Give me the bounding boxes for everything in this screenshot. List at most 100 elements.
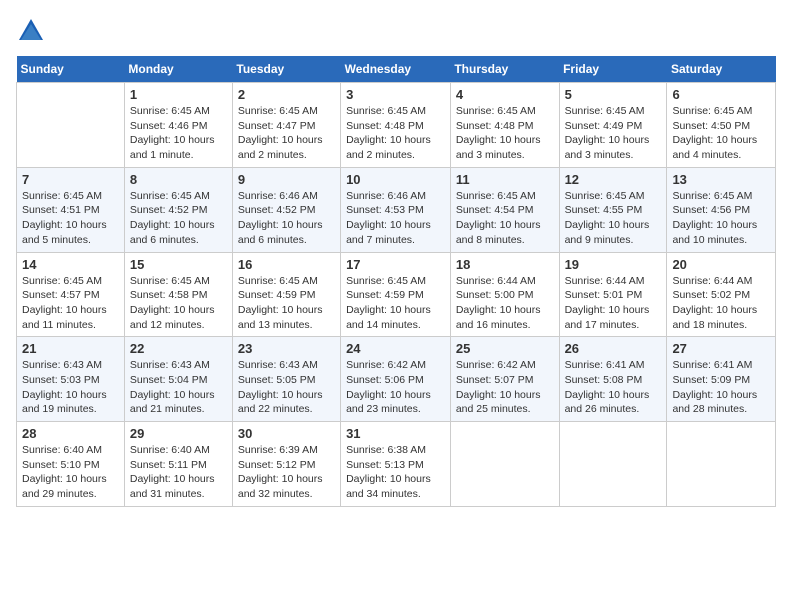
- calendar-cell: 20 Sunrise: 6:44 AM Sunset: 5:02 PM Dayli…: [667, 252, 776, 337]
- week-row-4: 21 Sunrise: 6:43 AM Sunset: 5:03 PM Dayli…: [17, 337, 776, 422]
- calendar-cell: 31Sunrise: 6:38 AM Sunset: 5:13 PM Dayli…: [341, 422, 451, 507]
- logo-icon: [16, 16, 46, 46]
- day-number: 30: [238, 426, 335, 441]
- day-info: Sunrise: 6:45 AM Sunset: 4:57 PM Dayligh…: [22, 274, 119, 333]
- day-number: 9: [238, 172, 335, 187]
- day-info: Sunrise: 6:45 AM Sunset: 4:49 PM Dayligh…: [565, 104, 662, 163]
- day-info: Sunrise: 6:45 AM Sunset: 4:58 PM Dayligh…: [130, 274, 227, 333]
- calendar-cell: 23Sunrise: 6:43 AM Sunset: 5:05 PM Dayli…: [232, 337, 340, 422]
- calendar-cell: 25 Sunrise: 6:42 AM Sunset: 5:07 PM Dayli…: [450, 337, 559, 422]
- day-info: Sunrise: 6:41 AM Sunset: 5:08 PM Dayligh…: [565, 358, 662, 417]
- day-header-thursday: Thursday: [450, 56, 559, 83]
- calendar-table: SundayMondayTuesdayWednesdayThursdayFrid…: [16, 56, 776, 507]
- calendar-cell: [667, 422, 776, 507]
- calendar-cell: 7 Sunrise: 6:45 AM Sunset: 4:51 PM Daylig…: [17, 167, 125, 252]
- calendar-body: 1Sunrise: 6:45 AM Sunset: 4:46 PM Daylig…: [17, 83, 776, 507]
- week-row-2: 7 Sunrise: 6:45 AM Sunset: 4:51 PM Daylig…: [17, 167, 776, 252]
- calendar-cell: 10Sunrise: 6:46 AM Sunset: 4:53 PM Dayli…: [341, 167, 451, 252]
- day-number: 17: [346, 257, 445, 272]
- calendar-cell: 2 Sunrise: 6:45 AM Sunset: 4:47 PM Daylig…: [232, 83, 340, 168]
- calendar-cell: 19Sunrise: 6:44 AM Sunset: 5:01 PM Dayli…: [559, 252, 667, 337]
- week-row-1: 1Sunrise: 6:45 AM Sunset: 4:46 PM Daylig…: [17, 83, 776, 168]
- day-info: Sunrise: 6:43 AM Sunset: 5:05 PM Dayligh…: [238, 358, 335, 417]
- day-number: 25: [456, 341, 554, 356]
- day-info: Sunrise: 6:45 AM Sunset: 4:51 PM Dayligh…: [22, 189, 119, 248]
- day-number: 15: [130, 257, 227, 272]
- day-info: Sunrise: 6:45 AM Sunset: 4:56 PM Dayligh…: [672, 189, 770, 248]
- day-info: Sunrise: 6:44 AM Sunset: 5:00 PM Dayligh…: [456, 274, 554, 333]
- day-header-wednesday: Wednesday: [341, 56, 451, 83]
- day-number: 2: [238, 87, 335, 102]
- day-number: 21: [22, 341, 119, 356]
- calendar-cell: 27 Sunrise: 6:41 AM Sunset: 5:09 PM Dayli…: [667, 337, 776, 422]
- calendar-cell: 3 Sunrise: 6:45 AM Sunset: 4:48 PM Daylig…: [341, 83, 451, 168]
- day-info: Sunrise: 6:40 AM Sunset: 5:10 PM Dayligh…: [22, 443, 119, 502]
- calendar-cell: 1Sunrise: 6:45 AM Sunset: 4:46 PM Daylig…: [124, 83, 232, 168]
- calendar-cell: 14 Sunrise: 6:45 AM Sunset: 4:57 PM Dayli…: [17, 252, 125, 337]
- calendar-cell: 5 Sunrise: 6:45 AM Sunset: 4:49 PM Daylig…: [559, 83, 667, 168]
- day-info: Sunrise: 6:44 AM Sunset: 5:02 PM Dayligh…: [672, 274, 770, 333]
- day-number: 28: [22, 426, 119, 441]
- day-info: Sunrise: 6:42 AM Sunset: 5:06 PM Dayligh…: [346, 358, 445, 417]
- day-info: Sunrise: 6:42 AM Sunset: 5:07 PM Dayligh…: [456, 358, 554, 417]
- day-info: Sunrise: 6:45 AM Sunset: 4:48 PM Dayligh…: [346, 104, 445, 163]
- week-row-5: 28 Sunrise: 6:40 AM Sunset: 5:10 PM Dayli…: [17, 422, 776, 507]
- calendar-cell: 4 Sunrise: 6:45 AM Sunset: 4:48 PM Daylig…: [450, 83, 559, 168]
- day-number: 24: [346, 341, 445, 356]
- day-info: Sunrise: 6:45 AM Sunset: 4:46 PM Dayligh…: [130, 104, 227, 163]
- day-info: Sunrise: 6:43 AM Sunset: 5:03 PM Dayligh…: [22, 358, 119, 417]
- day-info: Sunrise: 6:45 AM Sunset: 4:52 PM Dayligh…: [130, 189, 227, 248]
- day-number: 14: [22, 257, 119, 272]
- calendar-cell: 6 Sunrise: 6:45 AM Sunset: 4:50 PM Daylig…: [667, 83, 776, 168]
- calendar-cell: 22 Sunrise: 6:43 AM Sunset: 5:04 PM Dayli…: [124, 337, 232, 422]
- calendar-cell: 17 Sunrise: 6:45 AM Sunset: 4:59 PM Dayli…: [341, 252, 451, 337]
- calendar-cell: 12 Sunrise: 6:45 AM Sunset: 4:55 PM Dayli…: [559, 167, 667, 252]
- calendar-cell: 8 Sunrise: 6:45 AM Sunset: 4:52 PM Daylig…: [124, 167, 232, 252]
- day-info: Sunrise: 6:43 AM Sunset: 5:04 PM Dayligh…: [130, 358, 227, 417]
- day-number: 20: [672, 257, 770, 272]
- calendar-header: SundayMondayTuesdayWednesdayThursdayFrid…: [17, 56, 776, 83]
- day-number: 11: [456, 172, 554, 187]
- day-number: 8: [130, 172, 227, 187]
- calendar-cell: 18Sunrise: 6:44 AM Sunset: 5:00 PM Dayli…: [450, 252, 559, 337]
- calendar-cell: 29 Sunrise: 6:40 AM Sunset: 5:11 PM Dayli…: [124, 422, 232, 507]
- day-header-tuesday: Tuesday: [232, 56, 340, 83]
- calendar-cell: 16Sunrise: 6:45 AM Sunset: 4:59 PM Dayli…: [232, 252, 340, 337]
- day-number: 7: [22, 172, 119, 187]
- day-number: 6: [672, 87, 770, 102]
- calendar-cell: 30Sunrise: 6:39 AM Sunset: 5:12 PM Dayli…: [232, 422, 340, 507]
- calendar-cell: [450, 422, 559, 507]
- day-number: 4: [456, 87, 554, 102]
- day-number: 31: [346, 426, 445, 441]
- day-info: Sunrise: 6:45 AM Sunset: 4:55 PM Dayligh…: [565, 189, 662, 248]
- day-header-monday: Monday: [124, 56, 232, 83]
- page-header: [16, 16, 776, 46]
- week-row-3: 14 Sunrise: 6:45 AM Sunset: 4:57 PM Dayli…: [17, 252, 776, 337]
- day-info: Sunrise: 6:45 AM Sunset: 4:50 PM Dayligh…: [672, 104, 770, 163]
- day-number: 22: [130, 341, 227, 356]
- day-info: Sunrise: 6:41 AM Sunset: 5:09 PM Dayligh…: [672, 358, 770, 417]
- day-number: 29: [130, 426, 227, 441]
- calendar-cell: 11Sunrise: 6:45 AM Sunset: 4:54 PM Dayli…: [450, 167, 559, 252]
- day-number: 10: [346, 172, 445, 187]
- day-info: Sunrise: 6:45 AM Sunset: 4:47 PM Dayligh…: [238, 104, 335, 163]
- day-info: Sunrise: 6:40 AM Sunset: 5:11 PM Dayligh…: [130, 443, 227, 502]
- day-number: 5: [565, 87, 662, 102]
- day-number: 19: [565, 257, 662, 272]
- day-info: Sunrise: 6:46 AM Sunset: 4:52 PM Dayligh…: [238, 189, 335, 248]
- calendar-cell: 9 Sunrise: 6:46 AM Sunset: 4:52 PM Daylig…: [232, 167, 340, 252]
- calendar-cell: [17, 83, 125, 168]
- day-number: 13: [672, 172, 770, 187]
- day-number: 26: [565, 341, 662, 356]
- day-number: 12: [565, 172, 662, 187]
- day-info: Sunrise: 6:45 AM Sunset: 4:59 PM Dayligh…: [346, 274, 445, 333]
- day-info: Sunrise: 6:45 AM Sunset: 4:59 PM Dayligh…: [238, 274, 335, 333]
- day-info: Sunrise: 6:45 AM Sunset: 4:48 PM Dayligh…: [456, 104, 554, 163]
- day-header-saturday: Saturday: [667, 56, 776, 83]
- calendar-cell: [559, 422, 667, 507]
- day-header-friday: Friday: [559, 56, 667, 83]
- day-number: 3: [346, 87, 445, 102]
- calendar-cell: 28 Sunrise: 6:40 AM Sunset: 5:10 PM Dayli…: [17, 422, 125, 507]
- day-number: 27: [672, 341, 770, 356]
- calendar-cell: 13 Sunrise: 6:45 AM Sunset: 4:56 PM Dayli…: [667, 167, 776, 252]
